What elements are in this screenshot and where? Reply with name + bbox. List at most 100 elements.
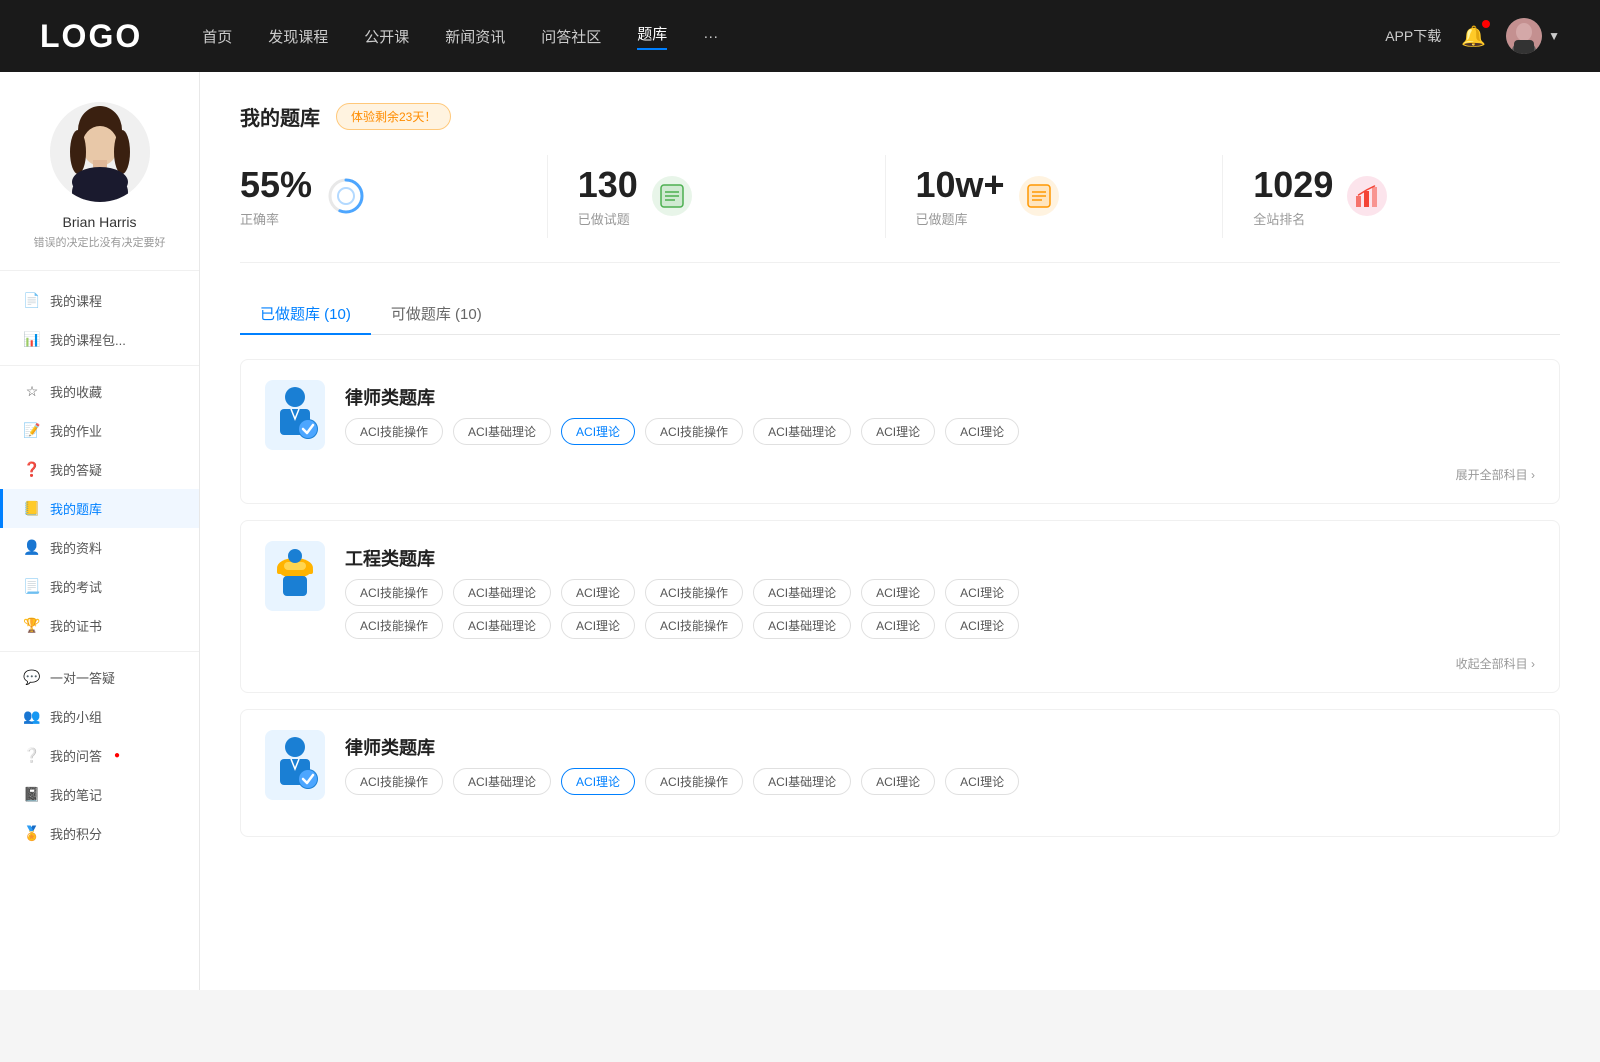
- sidebar-item-homework[interactable]: 📝 我的作业: [0, 411, 199, 450]
- course-icon: 📄: [24, 293, 40, 309]
- sidebar-item-course[interactable]: 📄 我的课程: [0, 281, 199, 320]
- bank-tag-1-11[interactable]: ACI基础理论: [753, 612, 851, 639]
- nav-qa-community[interactable]: 问答社区: [541, 26, 601, 47]
- stat-accuracy-label: 正确率: [240, 209, 312, 228]
- nav-more[interactable]: ···: [703, 28, 718, 45]
- bank-tag-2-6[interactable]: ACI理论: [945, 768, 1019, 795]
- nav-question-bank[interactable]: 题库: [637, 23, 667, 50]
- bank-tag-1-10[interactable]: ACI技能操作: [645, 612, 743, 639]
- navbar: LOGO 首页 发现课程 公开课 新闻资讯 问答社区 题库 ··· APP下载 …: [0, 0, 1600, 72]
- sidebar-item-my-qa[interactable]: ❔ 我的问答 ●: [0, 736, 199, 775]
- cert-icon: 🏆: [24, 618, 40, 634]
- bank-tag-1-1[interactable]: ACI基础理论: [453, 579, 551, 606]
- bank-tag-2-2[interactable]: ACI理论: [561, 768, 635, 795]
- tab-available-banks[interactable]: 可做题库 (10): [371, 293, 502, 334]
- stat-done-exercises-label: 已做试题: [578, 209, 638, 228]
- stat-done-banks-text: 10w+ 已做题库: [916, 165, 1005, 228]
- bank-tag-1-12[interactable]: ACI理论: [861, 612, 935, 639]
- bank-card-lawyer-1-body: 律师类题库 ACI技能操作 ACI基础理论 ACI理论 ACI技能操作 ACI基…: [345, 380, 1019, 445]
- profile-avatar-image: [50, 102, 150, 202]
- bank-tag-2-1[interactable]: ACI基础理论: [453, 768, 551, 795]
- bank-tag-1-2[interactable]: ACI理论: [561, 579, 635, 606]
- chevron-down-icon: ▼: [1548, 29, 1560, 43]
- stat-done-banks-value: 10w+: [916, 165, 1005, 205]
- bank-tag-1-6[interactable]: ACI理论: [945, 579, 1019, 606]
- homework-icon: 📝: [24, 423, 40, 439]
- nav-discover[interactable]: 发现课程: [268, 26, 328, 47]
- stat-done-exercises: 130 已做试题: [548, 155, 886, 238]
- stat-site-rank-label: 全站排名: [1253, 209, 1333, 228]
- stat-site-rank-value: 1029: [1253, 165, 1333, 205]
- stat-accuracy-value: 55%: [240, 165, 312, 205]
- stat-accuracy-text: 55% 正确率: [240, 165, 312, 228]
- sidebar-item-points[interactable]: 🏅 我的积分: [0, 814, 199, 853]
- bank-card-engineer-body: 工程类题库 ACI技能操作 ACI基础理论 ACI理论 ACI技能操作 ACI基…: [345, 541, 1019, 639]
- tab-done-banks[interactable]: 已做题库 (10): [240, 293, 371, 334]
- notification-bell[interactable]: 🔔: [1461, 24, 1486, 49]
- sidebar-item-note[interactable]: 📓 我的笔记: [0, 775, 199, 814]
- bank-tag-0-2[interactable]: ACI理论: [561, 418, 635, 445]
- sidebar-item-qa[interactable]: ❓ 我的答疑: [0, 450, 199, 489]
- sidebar-item-group[interactable]: 👥 我的小组: [0, 697, 199, 736]
- bank-card-engineer-expand[interactable]: 收起全部科目 ›: [265, 655, 1535, 672]
- bank-card-lawyer-1-header: 律师类题库 ACI技能操作 ACI基础理论 ACI理论 ACI技能操作 ACI基…: [265, 380, 1535, 450]
- bank-tag-1-7[interactable]: ACI技能操作: [345, 612, 443, 639]
- logo: LOGO: [40, 18, 142, 55]
- bank-tag-1-4[interactable]: ACI基础理论: [753, 579, 851, 606]
- trial-badge: 体验剩余23天！: [336, 103, 451, 130]
- bank-tag-0-1[interactable]: ACI基础理论: [453, 418, 551, 445]
- sidebar-item-cert[interactable]: 🏆 我的证书: [0, 606, 199, 645]
- 1v1-icon: 💬: [24, 670, 40, 686]
- tabs: 已做题库 (10) 可做题库 (10): [240, 293, 1560, 335]
- stats-row: 55% 正确率 130 已做试题: [240, 155, 1560, 263]
- course-pkg-icon: 📊: [24, 332, 40, 348]
- lawyer-bank-icon-2: [265, 730, 325, 800]
- bank-tag-2-5[interactable]: ACI理论: [861, 768, 935, 795]
- bank-tag-0-0[interactable]: ACI技能操作: [345, 418, 443, 445]
- bank-tag-0-3[interactable]: ACI技能操作: [645, 418, 743, 445]
- sidebar-item-course-pkg[interactable]: 📊 我的课程包...: [0, 320, 199, 359]
- nav-home[interactable]: 首页: [202, 26, 232, 47]
- bank-card-engineer: 工程类题库 ACI技能操作 ACI基础理论 ACI理论 ACI技能操作 ACI基…: [240, 520, 1560, 693]
- bank-card-lawyer-2-tags: ACI技能操作 ACI基础理论 ACI理论 ACI技能操作 ACI基础理论 AC…: [345, 768, 1019, 795]
- bank-tag-1-8[interactable]: ACI基础理论: [453, 612, 551, 639]
- bank-tag-2-0[interactable]: ACI技能操作: [345, 768, 443, 795]
- exam-icon: 📃: [24, 579, 40, 595]
- sidebar-item-profile-data[interactable]: 👤 我的资料: [0, 528, 199, 567]
- sidebar-item-exam[interactable]: 📃 我的考试: [0, 567, 199, 606]
- sidebar-menu: 📄 我的课程 📊 我的课程包... ☆ 我的收藏 📝 我的作业 ❓ 我的答疑 �: [0, 271, 199, 863]
- nav-news[interactable]: 新闻资讯: [445, 26, 505, 47]
- user-avatar-menu[interactable]: ▼: [1506, 18, 1560, 54]
- bank-card-lawyer-2: 律师类题库 ACI技能操作 ACI基础理论 ACI理论 ACI技能操作 ACI基…: [240, 709, 1560, 837]
- sidebar-item-favorites[interactable]: ☆ 我的收藏: [0, 372, 199, 411]
- nav-links: 首页 发现课程 公开课 新闻资讯 问答社区 题库 ···: [202, 23, 1385, 50]
- engineer-bank-icon: [265, 541, 325, 611]
- page-header: 我的题库 体验剩余23天！: [240, 102, 1560, 131]
- app-download-button[interactable]: APP下载: [1385, 26, 1441, 46]
- bank-tag-0-4[interactable]: ACI基础理论: [753, 418, 851, 445]
- done-exercises-icon: [652, 176, 692, 216]
- divider-2: [0, 651, 199, 652]
- my-qa-icon: ❔: [24, 748, 40, 764]
- bank-tag-2-4[interactable]: ACI基础理论: [753, 768, 851, 795]
- bank-tag-2-3[interactable]: ACI技能操作: [645, 768, 743, 795]
- sidebar-item-1v1[interactable]: 💬 一对一答疑: [0, 658, 199, 697]
- qa-icon: ❓: [24, 462, 40, 478]
- profile-avatar: [50, 102, 150, 202]
- accuracy-progress-circle: [326, 176, 366, 216]
- stat-done-banks: 10w+ 已做题库: [886, 155, 1224, 238]
- sidebar: Brian Harris 错误的决定比没有决定要好 📄 我的课程 📊 我的课程包…: [0, 72, 200, 990]
- bank-card-lawyer-2-title: 律师类题库: [345, 734, 1019, 760]
- bank-card-engineer-tags-row2: ACI技能操作 ACI基础理论 ACI理论 ACI技能操作 ACI基础理论 AC…: [345, 612, 1019, 639]
- bank-tag-0-6[interactable]: ACI理论: [945, 418, 1019, 445]
- bank-tag-0-5[interactable]: ACI理论: [861, 418, 935, 445]
- bank-tag-1-9[interactable]: ACI理论: [561, 612, 635, 639]
- bank-tag-1-3[interactable]: ACI技能操作: [645, 579, 743, 606]
- engineer-icon-svg: [270, 546, 320, 606]
- bank-tag-1-13[interactable]: ACI理论: [945, 612, 1019, 639]
- sidebar-item-bank[interactable]: 📒 我的题库: [0, 489, 199, 528]
- bank-tag-1-5[interactable]: ACI理论: [861, 579, 935, 606]
- nav-open-course[interactable]: 公开课: [364, 26, 409, 47]
- bank-tag-1-0[interactable]: ACI技能操作: [345, 579, 443, 606]
- bank-card-lawyer-1-expand[interactable]: 展开全部科目 ›: [265, 466, 1535, 483]
